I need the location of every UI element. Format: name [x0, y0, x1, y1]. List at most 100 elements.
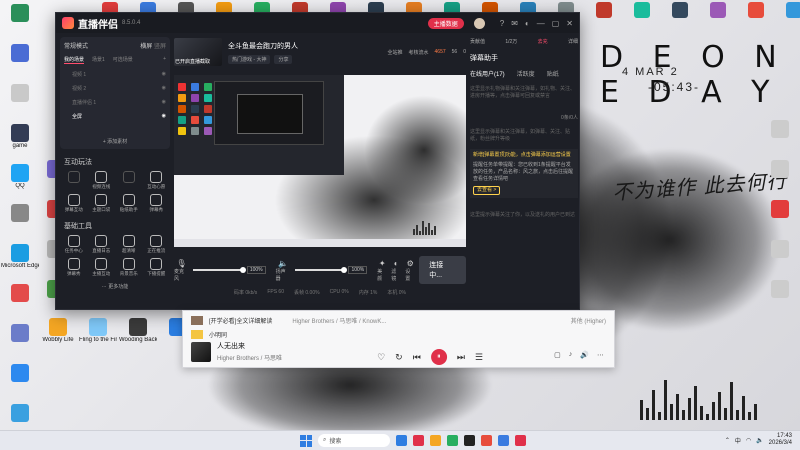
desktop-icon[interactable]: Wobbly Life [40, 318, 76, 354]
playlist-row[interactable]: [开学必看]全文详细解读 Higher Brothers / 马思唯 / Kno… [183, 315, 614, 325]
stream-tag[interactable]: 分享 [274, 54, 293, 64]
eye-icon[interactable]: ◉ [162, 85, 166, 92]
tool-item[interactable]: 弹幕秀 [60, 258, 88, 277]
tool-item[interactable]: 互动心愿 [143, 171, 171, 190]
desktop-icon[interactable] [2, 4, 38, 40]
help-icon[interactable]: ? [500, 19, 504, 28]
add-scene-icon[interactable]: + [163, 56, 166, 64]
stream-preview[interactable] [174, 75, 466, 247]
mic-control[interactable]: 🎙 麦克风 [174, 259, 189, 282]
desktop-icon[interactable] [2, 324, 38, 360]
avatar[interactable] [473, 17, 485, 29]
more-tools-button[interactable]: ⋯ 更多功能 [60, 283, 170, 290]
album-cover[interactable] [191, 341, 211, 362]
taskbar-app-icon[interactable] [515, 435, 526, 446]
tool-item[interactable]: 主题口袋 [88, 194, 116, 213]
detail-link[interactable]: 详细 [568, 38, 578, 45]
portrait-toggle[interactable]: 竖屏 [154, 44, 166, 50]
streamer-data-button[interactable]: 主播数据 [427, 17, 464, 29]
pause-button[interactable]: ⏸ [430, 349, 447, 365]
tool-item[interactable]: 直播日志 [88, 235, 116, 254]
desktop-icon[interactable] [2, 364, 38, 400]
repeat-icon[interactable]: ↻ [395, 352, 403, 363]
stream-cover[interactable]: 已开启直播截取 [174, 38, 222, 66]
taskbar-app-icon[interactable] [464, 435, 475, 446]
like-icon[interactable]: ♡ [377, 352, 385, 363]
taskbar-app-icon[interactable] [413, 435, 424, 446]
scene-item[interactable]: 视频 2 ◉ [64, 85, 166, 92]
clock[interactable]: 17:43 2026/3/4 [769, 433, 792, 447]
go-live-button[interactable]: 连接中... [419, 256, 466, 284]
desktop-icon[interactable]: QQ [2, 164, 38, 200]
desktop-icon[interactable] [589, 2, 619, 32]
desktop-icon[interactable] [762, 160, 798, 196]
close-icon[interactable]: ✕ [566, 19, 573, 28]
desktop-icon[interactable] [627, 2, 657, 32]
more-icon[interactable]: ⋯ [597, 351, 604, 359]
tray-chevron-icon[interactable]: ⌃ [725, 437, 730, 444]
scene-item[interactable]: 全屏 ◉ [64, 113, 166, 120]
speaker-volume-slider[interactable] [294, 267, 348, 273]
desktop-icon[interactable] [2, 44, 38, 80]
volume-icon[interactable]: 🔈 [756, 437, 763, 444]
speaker-control[interactable]: 🔈 扬声器 [276, 259, 291, 282]
tab-scene-1[interactable]: 场景1 [92, 56, 105, 64]
beauty-button[interactable]: ✦ 美颜 [377, 259, 387, 282]
desktop-icon[interactable]: Fling to the Finish [79, 318, 117, 354]
desktop-icon[interactable] [762, 200, 798, 236]
taskbar-app-icon[interactable] [498, 435, 509, 446]
mail-icon[interactable]: ✉ [511, 19, 518, 28]
recharge-link[interactable]: 去充 [538, 38, 548, 45]
desktop-icon[interactable]: Wooding Background [119, 318, 157, 354]
tool-item[interactable]: 贴纸助手 [115, 194, 143, 213]
settings-button[interactable]: ⚙ 设置 [405, 259, 415, 282]
view-task-link[interactable]: 去查看 > [473, 186, 501, 195]
filter-button[interactable]: ◐ 滤镜 [391, 259, 401, 282]
desktop-icon[interactable]: game [2, 124, 38, 160]
stream-tag[interactable]: 热门游戏 - 大神 [228, 54, 271, 64]
start-button[interactable] [300, 434, 312, 447]
tool-item[interactable]: 弹幕互动 [60, 194, 88, 213]
playlist-icon[interactable]: ☰ [475, 352, 483, 363]
desktop-icon[interactable] [703, 2, 733, 32]
tool-item[interactable] [115, 171, 143, 190]
eye-icon[interactable]: ◉ [162, 113, 166, 120]
eye-icon[interactable]: ◉ [162, 71, 166, 78]
desktop-icon[interactable] [762, 280, 798, 316]
landscape-toggle[interactable]: 横屏 [140, 44, 152, 50]
tool-item[interactable]: 超清晰 [115, 235, 143, 254]
maximize-icon[interactable]: ▢ [552, 19, 560, 28]
tool-item[interactable]: 下播提醒 [143, 258, 171, 277]
input-language[interactable]: 中 [735, 436, 741, 445]
desktop-icon[interactable] [2, 204, 38, 240]
tool-item[interactable]: 正在推流 [143, 235, 171, 254]
taskbar-app-icon[interactable] [396, 435, 407, 446]
mic-volume-slider[interactable] [192, 267, 246, 273]
add-source-button[interactable]: + 添加素材 [60, 138, 170, 145]
tool-item[interactable]: 主播互动 [88, 258, 116, 277]
volume-icon[interactable]: 🔊 [580, 351, 589, 359]
desktop-icon[interactable] [2, 284, 38, 320]
desktop-icon[interactable] [665, 2, 695, 32]
next-icon[interactable]: ⏭ [457, 352, 465, 363]
tool-item[interactable]: 弹幕秀 [143, 194, 171, 213]
playlist-row[interactable]: 小明同 [183, 329, 614, 339]
taskbar-app-icon[interactable] [430, 435, 441, 446]
previous-icon[interactable]: ⏮ [413, 352, 421, 363]
desktop-icon[interactable] [2, 84, 38, 120]
minimize-icon[interactable]: — [537, 19, 545, 28]
lyrics-icon[interactable]: ▢ [554, 351, 561, 359]
stream-title[interactable]: 全斗鱼最会跑刀的男人 [228, 41, 298, 51]
scene-item[interactable]: 视频 1 ◉ [64, 71, 166, 78]
tab-online-users[interactable]: 在线用户(17) [470, 69, 505, 78]
mode-select[interactable]: 常规模式 [64, 41, 88, 50]
now-playing[interactable]: 人无出来 Higher Brothers / 马思唯 [191, 341, 282, 362]
taskbar-app-icon[interactable] [481, 435, 492, 446]
scene-item[interactable]: 直播伴侣 1 ◉ [64, 99, 166, 106]
desktop-icon[interactable] [741, 2, 771, 32]
tool-item[interactable]: 背景音乐 [115, 258, 143, 277]
tab-stickers[interactable]: 贴纸 [547, 69, 559, 78]
tool-item[interactable]: 任务中心 [60, 235, 88, 254]
skin-icon[interactable]: ◐ [525, 19, 530, 28]
tool-item[interactable]: 视频连线 [88, 171, 116, 190]
